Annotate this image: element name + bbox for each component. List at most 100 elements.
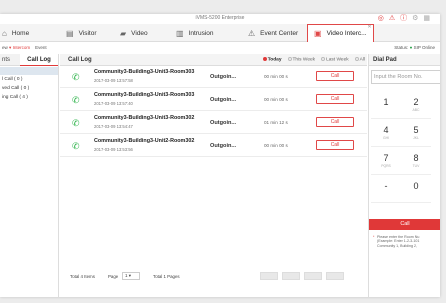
- call-duration: 01 min 12 s: [264, 120, 288, 125]
- filter-label: This Week: [292, 57, 316, 63]
- radio-icon: [287, 57, 292, 61]
- dial-key-digit: 8: [413, 153, 419, 163]
- call-log-title: Call Log: [68, 57, 92, 63]
- last-page-button[interactable]: [326, 272, 344, 280]
- dial-key-letters: JKL: [413, 136, 419, 140]
- dial-key[interactable]: 0: [401, 176, 431, 203]
- tab-events[interactable]: nts: [2, 57, 10, 63]
- breadcrumb: ew ▾ Intercom Event Status: ● SIP Online: [0, 43, 440, 53]
- dial-key-letters: PQRS: [381, 164, 391, 168]
- page-label: Page: [108, 274, 119, 279]
- call-contact-name: Community3-Building3-Unit2-Room302: [94, 138, 195, 144]
- tab-home[interactable]: ⌂ Home: [2, 24, 29, 42]
- phone-call-icon: ✆: [72, 118, 80, 128]
- room-number-input[interactable]: Input the Room No.: [371, 70, 440, 84]
- status-dot-icon: ●: [409, 45, 413, 50]
- call-direction: Outgoin...: [210, 74, 237, 80]
- close-icon[interactable]: ✕: [367, 24, 371, 30]
- tab-visitor[interactable]: ▤ Visitor: [66, 24, 97, 42]
- filter-option[interactable]: Last Week: [321, 57, 349, 62]
- dial-key-letters: GHI: [382, 136, 390, 140]
- table-row[interactable]: ✆ Community3-Building3-Unit3-Room303 2017-…: [60, 66, 367, 88]
- call-duration: 00 min 00 s: [264, 97, 288, 102]
- dial-key[interactable]: 8 TUV: [401, 148, 431, 175]
- first-page-button[interactable]: [260, 272, 278, 280]
- alarm-icon[interactable]: ⚠: [389, 15, 395, 23]
- call-log-header: Call Log Today This Week Last Week All: [60, 54, 367, 66]
- video-icon: ▰: [120, 28, 127, 38]
- call-direction: Outgoin...: [210, 120, 237, 126]
- note-marker-icon: *: [373, 235, 375, 239]
- tab-label: Event Center: [260, 29, 299, 37]
- dial-call-button[interactable]: Call: [369, 219, 440, 230]
- filter-option[interactable]: Today: [262, 57, 282, 63]
- tool-icon[interactable]: ⚙: [412, 15, 418, 23]
- call-button[interactable]: Call: [316, 117, 354, 127]
- next-page-button[interactable]: [304, 272, 322, 280]
- visitor-icon: ▤: [66, 28, 74, 38]
- call-contact-name: Community3-Building3-Unit3-Room302: [94, 115, 195, 121]
- call-button[interactable]: Call: [316, 140, 354, 150]
- warn-icon[interactable]: ⓘ: [400, 15, 407, 23]
- dial-key[interactable]: -: [371, 176, 401, 203]
- page-select-value: 1: [125, 273, 128, 278]
- dial-pad-note-text: Please enter the Room Nu (Example: Enter…: [377, 235, 420, 248]
- dial-key[interactable]: 7 PQRS: [371, 148, 401, 175]
- dial-key[interactable]: 2 ABC: [401, 92, 431, 119]
- radio-icon: [354, 57, 359, 61]
- title-bar-icons: ◎ ⚠ ⓘ ⚙ ▦: [378, 15, 430, 23]
- dial-key[interactable]: 4 GHI: [371, 120, 401, 147]
- page-select[interactable]: 1 ▾: [122, 272, 140, 280]
- tab-video[interactable]: ▰ Video: [120, 24, 148, 42]
- filter-label: Today: [267, 57, 282, 63]
- call-log-panel: Call Log Today This Week Last Week All ✆ Com…: [60, 54, 367, 297]
- table-row[interactable]: ✆ Community3-Building3-Unit2-Room302 2017-…: [60, 135, 367, 157]
- notify-icon[interactable]: ◎: [378, 15, 384, 23]
- tab-label: Visitor: [78, 29, 97, 37]
- table-row[interactable]: ✆ Community3-Building3-Unit3-Room303 2017-…: [60, 89, 367, 111]
- call-category-item[interactable]: l Call ( 0 ): [0, 76, 58, 84]
- dial-key-letters: TUV: [412, 164, 420, 168]
- status-label: Status:: [394, 45, 409, 50]
- tab-call-log[interactable]: Call Log: [20, 54, 58, 66]
- filter-option[interactable]: All: [354, 57, 365, 62]
- call-button[interactable]: Call: [316, 71, 354, 81]
- call-category-list: l Call ( 0 ) ved Call ( 0 ) ing Call ( 4 ): [0, 67, 58, 102]
- left-panel: nts Call Log l Call ( 0 ) ved Call ( 0 ) i…: [0, 54, 59, 297]
- dial-pad-panel: Dial Pad Input the Room No. 1 2 ABC 4 GHI 5 JK…: [368, 54, 440, 297]
- table-row[interactable]: ✆ Community3-Building3-Unit3-Room302 2017-…: [60, 112, 367, 134]
- tab-intrusion[interactable]: ▥ Intrusion: [176, 24, 214, 42]
- breadcrumb-event[interactable]: Event: [35, 45, 47, 50]
- breadcrumb-view[interactable]: ew: [2, 45, 8, 50]
- video-intercom-icon: ▣: [314, 29, 322, 38]
- tab-video-intercom[interactable]: ▣ Video Interc... ✕: [307, 24, 374, 42]
- phone-call-icon: ✆: [72, 72, 80, 82]
- dial-key-digit: 4: [383, 125, 389, 135]
- call-category-item[interactable]: ved Call ( 0 ): [0, 85, 58, 93]
- radio-icon: [262, 57, 267, 61]
- prev-page-button[interactable]: [282, 272, 300, 280]
- grid-icon[interactable]: ▦: [423, 15, 430, 23]
- call-direction: Outgoin...: [210, 97, 237, 103]
- total-items: Total 4 Items: [70, 274, 95, 279]
- phone-call-icon: ✆: [72, 141, 80, 151]
- filter-option[interactable]: This Week: [287, 57, 316, 63]
- radio-icon: [321, 57, 326, 61]
- breadcrumb-intercom[interactable]: Intercom: [13, 45, 31, 50]
- call-category-item[interactable]: [0, 67, 58, 75]
- home-icon: ⌂: [2, 28, 7, 38]
- dial-key[interactable]: 5 JKL: [401, 120, 431, 147]
- dial-key-digit: 5: [413, 125, 419, 135]
- call-duration: 00 min 00 s: [264, 143, 288, 148]
- call-button[interactable]: Call: [316, 94, 354, 104]
- dial-key-digit: -: [384, 181, 388, 191]
- call-category-item[interactable]: ing Call ( 4 ): [0, 94, 58, 102]
- dial-key-digit: 0: [413, 181, 419, 191]
- call-direction: Outgoin...: [210, 143, 237, 149]
- module-tabs: ⌂ Home ▤ Visitor ▰ Video ▥ Intrusion ⚠ Event Cent…: [0, 24, 440, 42]
- tab-label: Video Interc...: [326, 30, 367, 37]
- status-value: SIP Online: [413, 45, 435, 50]
- pagination: Total 4 Items Page 1 ▾ Total 1 Pages: [60, 270, 367, 282]
- tab-event-center[interactable]: ⚠ Event Center: [248, 24, 298, 42]
- dial-key[interactable]: 1: [371, 92, 401, 119]
